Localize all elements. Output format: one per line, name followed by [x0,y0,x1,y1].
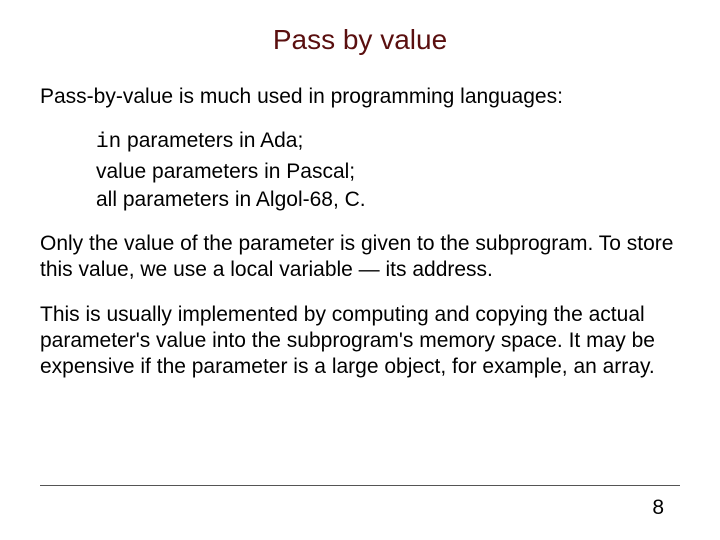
paragraph: This is usually implemented by computing… [40,302,680,381]
slide: Pass by value Pass-by-value is much used… [0,0,720,540]
page-number: 8 [652,496,664,520]
bullet-list: in parameters in Ada; value parameters i… [96,128,680,213]
code-keyword: in [96,131,121,154]
bullet-item: all parameters in Algol-68, C. [96,187,680,213]
slide-body: Pass-by-value is much used in programmin… [40,84,680,380]
divider [40,485,680,486]
intro-paragraph: Pass-by-value is much used in programmin… [40,84,680,110]
bullet-text: parameters in Ada; [121,129,303,152]
paragraph: Only the value of the parameter is given… [40,231,680,284]
bullet-item: value parameters in Pascal; [96,159,680,185]
slide-title: Pass by value [40,24,680,56]
bullet-item: in parameters in Ada; [96,128,680,156]
